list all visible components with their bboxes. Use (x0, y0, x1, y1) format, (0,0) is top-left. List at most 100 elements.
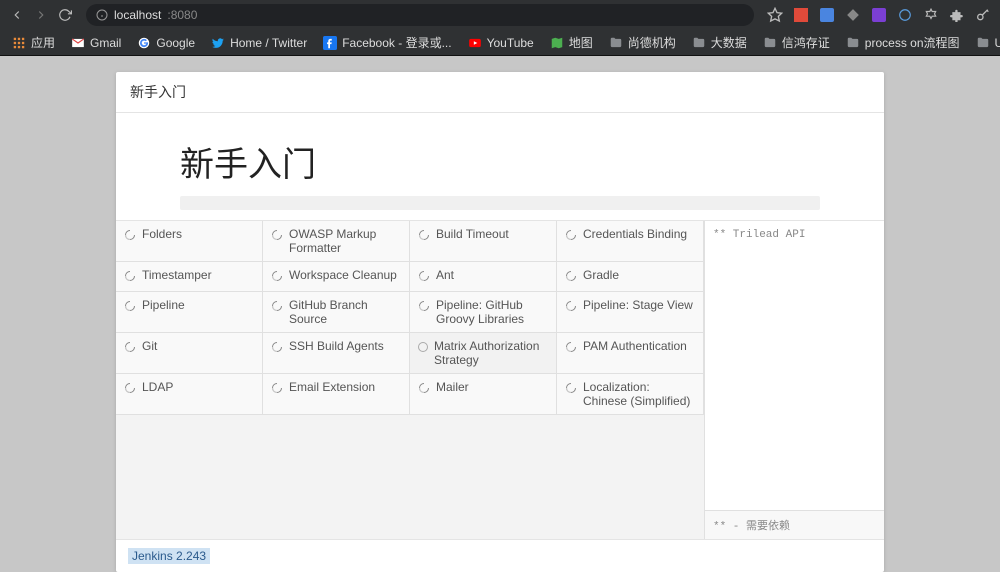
bookmark-item[interactable]: process on流程图 (840, 31, 966, 54)
spinner-icon (271, 270, 283, 282)
bookmark-item[interactable]: YouTube (462, 33, 540, 53)
plugin-name: Email Extension (289, 380, 375, 394)
extensions-icon[interactable] (948, 6, 966, 24)
plugin-name: Pipeline: Stage View (583, 298, 693, 312)
spinner-icon (271, 229, 283, 241)
bookmark-label: 尚德机构 (628, 34, 676, 51)
bookmark-label: Home / Twitter (230, 36, 307, 50)
spinner-icon (565, 341, 577, 353)
ext-icon-2[interactable] (818, 6, 836, 24)
plugin-name: SSH Build Agents (289, 339, 384, 353)
folder-icon (692, 36, 706, 50)
plugin-name: Git (142, 339, 157, 353)
youtube-icon (468, 36, 482, 50)
folder-icon (763, 36, 777, 50)
plugin-cell: Build Timeout (410, 221, 557, 262)
facebook-icon (323, 36, 337, 50)
bookmark-item[interactable]: 应用 (6, 31, 61, 54)
plugin-name: Pipeline: GitHub Groovy Libraries (436, 298, 548, 326)
folder-icon (609, 36, 623, 50)
plugin-cell: Mailer (410, 374, 557, 415)
plugin-name: Matrix Authorization Strategy (434, 339, 548, 367)
ext-icon-6[interactable] (922, 6, 940, 24)
spinner-icon (565, 270, 577, 282)
bookmark-item[interactable]: 大数据 (686, 31, 753, 54)
bookmark-label: 大数据 (711, 34, 747, 51)
reload-button[interactable] (56, 6, 74, 24)
card-footer: Jenkins 2.243 (116, 539, 884, 572)
plugin-name: Folders (142, 227, 182, 241)
plugin-cell: OWASP Markup Formatter (263, 221, 410, 262)
spinner-icon (124, 300, 136, 312)
plugin-cell: Timestamper (116, 262, 263, 292)
plugin-name: Mailer (436, 380, 469, 394)
google-icon (137, 36, 151, 50)
spinner-icon (124, 382, 136, 394)
plugin-name: Build Timeout (436, 227, 509, 241)
sidebar-log: ** Trilead API (705, 221, 884, 510)
apps-icon (12, 36, 26, 50)
bookmark-item[interactable]: Home / Twitter (205, 33, 313, 53)
bookmark-label: YouTube (487, 36, 534, 50)
url-host: localhost (114, 8, 161, 22)
bookmark-item[interactable]: 地图 (544, 31, 599, 54)
plugins-grid: Folders OWASP Markup Formatter Build Timeo… (116, 221, 704, 539)
toolbar-extensions (766, 6, 992, 24)
address-bar[interactable]: localhost :8080 (86, 4, 754, 26)
plugin-name: GitHub Branch Source (289, 298, 401, 326)
browser-toolbar: localhost :8080 (0, 0, 1000, 30)
spinner-icon (565, 300, 577, 312)
progress-bar (180, 196, 820, 210)
plugin-cell: Pipeline: Stage View (557, 292, 704, 333)
star-icon[interactable] (766, 6, 784, 24)
plugin-cell: Gradle (557, 262, 704, 292)
spinner-icon (271, 382, 283, 394)
plugin-cell: Credentials Binding (557, 221, 704, 262)
bookmark-item[interactable]: UI (970, 33, 1000, 53)
hero-title: 新手入门 (180, 137, 820, 186)
back-button[interactable] (8, 6, 26, 24)
spinner-icon (418, 300, 430, 312)
plugin-cell: SSH Build Agents (263, 333, 410, 374)
gmail-icon (71, 36, 85, 50)
spinner-icon (271, 300, 283, 312)
url-port: :8080 (167, 8, 197, 22)
bookmark-item[interactable]: Gmail (65, 33, 127, 53)
bookmark-item[interactable]: Google (131, 33, 201, 53)
key-icon[interactable] (974, 6, 992, 24)
install-log-sidebar: ** Trilead API ** - 需要依赖 (704, 221, 884, 539)
plugins-area: Folders OWASP Markup Formatter Build Timeo… (116, 220, 884, 539)
ext-icon-4[interactable] (870, 6, 888, 24)
plugin-name: PAM Authentication (583, 339, 687, 353)
plugin-cell: Folders (116, 221, 263, 262)
plugin-name: Pipeline (142, 298, 185, 312)
plugin-cell: Ant (410, 262, 557, 292)
bookmarks-bar: 应用GmailGoogle Home / Twitter Facebook - 登录… (0, 30, 1000, 56)
plugin-cell: GitHub Branch Source (263, 292, 410, 333)
plugin-name: LDAP (142, 380, 173, 394)
ext-icon-5[interactable] (896, 6, 914, 24)
bookmark-item[interactable]: Facebook - 登录或... (317, 31, 457, 54)
bookmark-label: process on流程图 (865, 34, 960, 51)
sidebar-legend: ** - 需要依赖 (705, 510, 884, 539)
plugin-name: Gradle (583, 268, 619, 282)
bookmark-item[interactable]: 信鸿存证 (757, 31, 836, 54)
ext-icon-3[interactable] (844, 6, 862, 24)
spinner-icon (124, 341, 136, 353)
plugin-cell: PAM Authentication (557, 333, 704, 374)
card-header: 新手入门 (116, 72, 884, 113)
twitter-icon (211, 36, 225, 50)
plugin-name: Timestamper (142, 268, 212, 282)
bookmark-label: 信鸿存证 (782, 34, 830, 51)
bookmark-item[interactable]: 尚德机构 (603, 31, 682, 54)
plugin-cell: Pipeline: GitHub Groovy Libraries (410, 292, 557, 333)
folder-icon (976, 36, 990, 50)
bookmark-label: 地图 (569, 34, 593, 51)
plugin-cell: Pipeline (116, 292, 263, 333)
ext-icon-1[interactable] (792, 6, 810, 24)
forward-button[interactable] (32, 6, 50, 24)
card-hero: 新手入门 (116, 113, 884, 220)
bookmark-label: UI (995, 36, 1000, 50)
plugin-name: Workspace Cleanup (289, 268, 397, 282)
info-icon (96, 9, 108, 21)
